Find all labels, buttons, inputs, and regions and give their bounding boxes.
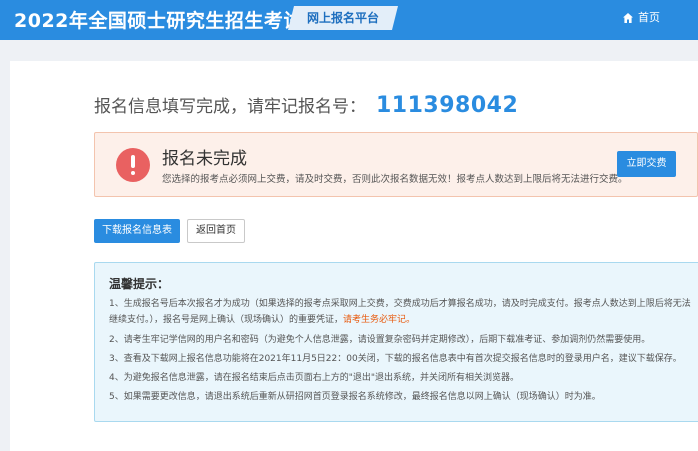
- platform-tag: 网上报名平台: [288, 6, 398, 30]
- main-card: 报名信息填写完成，请牢记报名号： 111398042 报名未完成 您选择的报考点…: [10, 61, 698, 451]
- platform-label: 网上报名平台: [306, 11, 379, 25]
- home-icon: [623, 13, 633, 23]
- home-link[interactable]: 首页: [622, 9, 660, 27]
- site-title: 2022年全国硕士研究生招生考试: [14, 10, 303, 32]
- incomplete-alert: 报名未完成 您选择的报考点必须网上交费，请及时交费，否则此次报名数据无效！报考点…: [94, 132, 698, 197]
- tip-item-4: 4、为避免报名信息泄露，请在报名结束后点击页面右上方的"退出"退出系统，并关闭所…: [109, 373, 520, 383]
- tip-item-1-warning: 请考生务必牢记。: [343, 315, 416, 325]
- home-label: 首页: [638, 11, 660, 24]
- pay-now-button[interactable]: 立即交费: [617, 151, 676, 177]
- registration-line: 报名信息填写完成，请牢记报名号： 111398042: [94, 92, 518, 118]
- tip-item-2: 2、请考生牢记学信网的用户名和密码（为避免个人信息泄露，请设置复杂密码并定期修改…: [109, 335, 651, 345]
- tip-item-1: 1、生成报名号后本次报名才为成功（如果选择的报考点采取网上交费，交费成功后才算报…: [109, 296, 698, 328]
- tip-item-3: 3、查看及下载网上报名信息功能将在2021年11月5日22：00关闭，下载的报名…: [109, 354, 682, 364]
- registration-prefix: 报名信息填写完成，请牢记报名号：: [94, 97, 366, 117]
- tip-item-5: 5、如果需要更改信息，请退出系统后重新从研招网首页登录报名系统修改，最终报名信息…: [109, 392, 601, 402]
- download-info-button[interactable]: 下载报名信息表: [94, 219, 180, 243]
- tips-panel: 温馨提示： 1、生成报名号后本次报名才为成功（如果选择的报考点采取网上交费，交费…: [94, 262, 698, 422]
- back-home-button[interactable]: 返回首页: [187, 219, 245, 243]
- registration-number: 111398042: [376, 93, 519, 118]
- exclamation-circle-icon: [116, 148, 150, 182]
- alert-title: 报名未完成: [162, 149, 247, 169]
- alert-description: 您选择的报考点必须网上交费，请及时交费，否则此次报名数据无效！报考点人数达到上限…: [162, 174, 628, 185]
- top-header: 2022年全国硕士研究生招生考试 网上报名平台 首页: [0, 0, 698, 40]
- tips-title: 温馨提示：: [109, 277, 170, 291]
